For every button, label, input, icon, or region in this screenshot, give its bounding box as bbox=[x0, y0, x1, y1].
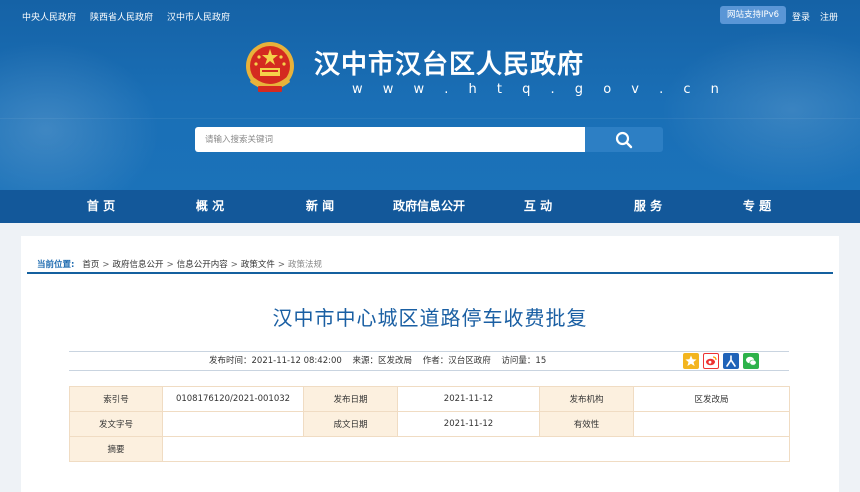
article-meta: 发布时间：2021-11-12 08:42:00 来源：区发改局 作者：汉台区政… bbox=[69, 351, 789, 371]
qzone-icon[interactable] bbox=[683, 353, 699, 369]
breadcrumb-label: 当前位置: bbox=[37, 260, 75, 270]
doc-number-label: 发文字号 bbox=[69, 411, 163, 437]
decorative-pattern-right bbox=[660, 30, 860, 190]
top-link-hanzhong-gov[interactable]: 汉中市人民政府 bbox=[167, 10, 230, 23]
breadcrumb: 当前位置: 首页 > 政府信息公开 > 信息公开内容 > 政策文件 > 政策法规 bbox=[27, 256, 833, 274]
nav-gov-info[interactable]: 政府信息公开 bbox=[393, 190, 465, 223]
summary-value bbox=[162, 436, 790, 462]
doc-number-value bbox=[162, 411, 304, 437]
breadcrumb-current[interactable]: 政策法规 bbox=[288, 256, 322, 272]
article-author: 作者：汉台区政府 bbox=[422, 356, 491, 366]
nav-overview[interactable]: 概 况 bbox=[196, 190, 224, 223]
main-nav: 首 页 概 况 新 闻 政府信息公开 互 动 服 务 专 题 bbox=[0, 190, 860, 223]
auth-links: 登录 注册 bbox=[792, 10, 838, 23]
national-emblem-icon bbox=[246, 42, 294, 92]
nav-news[interactable]: 新 闻 bbox=[306, 190, 334, 223]
publish-date-value: 2021-11-12 bbox=[397, 386, 540, 412]
written-date-value: 2021-11-12 bbox=[397, 411, 540, 437]
written-date-label: 成文日期 bbox=[303, 411, 398, 437]
breadcrumb-info-content[interactable]: 信息公开内容 bbox=[177, 256, 228, 272]
search-button[interactable] bbox=[585, 127, 663, 152]
publish-time: 发布时间：2021-11-12 08:42:00 bbox=[209, 356, 342, 366]
renren-icon[interactable] bbox=[723, 353, 739, 369]
nav-services[interactable]: 服 务 bbox=[634, 190, 662, 223]
table-row: 摘要 bbox=[69, 436, 790, 462]
nav-home[interactable]: 首 页 bbox=[87, 190, 115, 223]
content-card: 当前位置: 首页 > 政府信息公开 > 信息公开内容 > 政策文件 > 政策法规… bbox=[21, 236, 839, 492]
article-title: 汉中市中心城区道路停车收费批复 bbox=[272, 306, 588, 330]
publish-date-label: 发布日期 bbox=[303, 386, 398, 412]
breadcrumb-home[interactable]: 首页 bbox=[82, 256, 99, 272]
top-link-central-gov[interactable]: 中央人民政府 bbox=[22, 10, 76, 23]
publisher-label: 发布机构 bbox=[539, 386, 634, 412]
breadcrumb-gov-info[interactable]: 政府信息公开 bbox=[113, 256, 164, 272]
share-bar bbox=[683, 353, 759, 369]
decorative-pattern-left bbox=[0, 40, 160, 190]
table-row: 索引号 0108176120/2021-001032 发布日期 2021-11-… bbox=[69, 386, 790, 412]
validity-value bbox=[633, 411, 790, 437]
breadcrumb-policy-files[interactable]: 政策文件 bbox=[241, 256, 275, 272]
validity-label: 有效性 bbox=[539, 411, 634, 437]
index-number-value: 0108176120/2021-001032 bbox=[162, 386, 304, 412]
publisher-value: 区发改局 bbox=[633, 386, 790, 412]
view-count: 访问量：15 bbox=[501, 356, 547, 366]
search-icon bbox=[615, 131, 633, 148]
login-link[interactable]: 登录 bbox=[792, 10, 810, 23]
table-row: 发文字号 成文日期 2021-11-12 有效性 bbox=[69, 411, 790, 437]
index-number-label: 索引号 bbox=[69, 386, 163, 412]
ipv6-badge[interactable]: 网站支持IPv6 bbox=[720, 6, 786, 24]
weibo-icon[interactable] bbox=[703, 353, 719, 369]
top-link-shaanxi-gov[interactable]: 陕西省人民政府 bbox=[90, 10, 153, 23]
nav-interaction[interactable]: 互 动 bbox=[524, 190, 552, 223]
top-links: 中央人民政府 陕西省人民政府 汉中市人民政府 bbox=[22, 10, 230, 23]
search-input[interactable] bbox=[195, 127, 585, 152]
summary-label: 摘要 bbox=[69, 436, 163, 462]
document-info-table: 索引号 0108176120/2021-001032 发布日期 2021-11-… bbox=[69, 386, 790, 462]
site-title: 汉中市汉台区人民政府 bbox=[314, 50, 585, 80]
site-url: w w w . h t q . g o v . c n bbox=[352, 82, 727, 97]
wechat-icon[interactable] bbox=[743, 353, 759, 369]
site-header: 中央人民政府 陕西省人民政府 汉中市人民政府 网站支持IPv6 登录 注册 汉中… bbox=[0, 0, 860, 190]
nav-topics[interactable]: 专 题 bbox=[743, 190, 771, 223]
article-source: 来源：区发改局 bbox=[352, 356, 412, 366]
register-link[interactable]: 注册 bbox=[820, 10, 838, 23]
